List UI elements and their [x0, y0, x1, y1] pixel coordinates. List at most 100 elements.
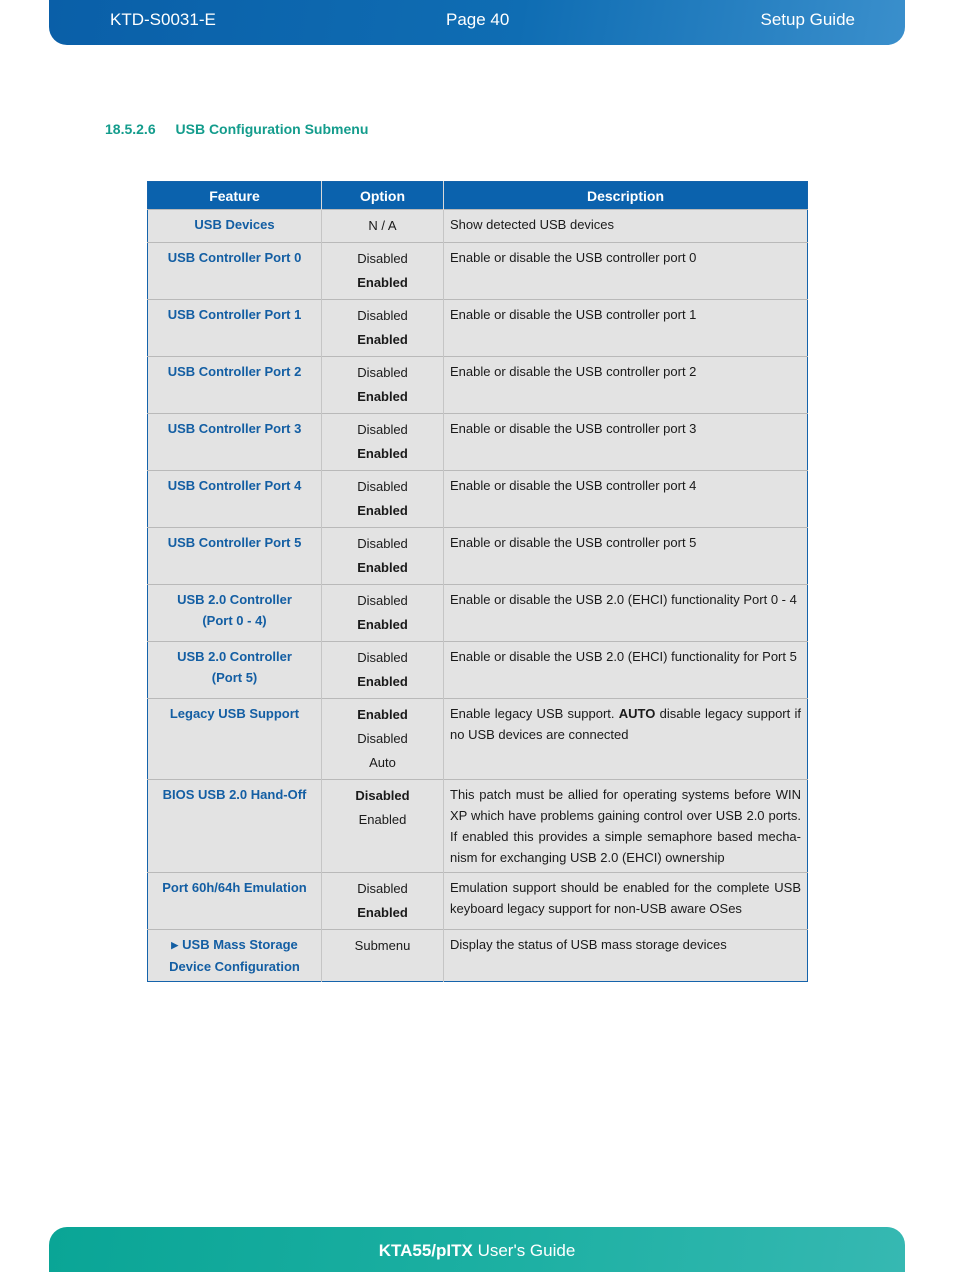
option-cell: Disabled Enabled — [321, 527, 444, 585]
option-value: Disabled — [357, 731, 408, 746]
table-row: USB Controller Port 4 Disabled Enabled Enab… — [147, 470, 808, 528]
column-header-description: Description — [443, 181, 808, 210]
option-cell: N / A — [321, 209, 444, 243]
option-value-default: Enabled — [357, 275, 408, 290]
option-value-default: Enabled — [357, 674, 408, 689]
page-number: Page 40 — [446, 10, 510, 29]
page-header: KTD-S0031-E Page 40 Setup Guide — [49, 0, 905, 45]
footer-title: User's Guide — [477, 1241, 576, 1260]
option-value: Disabled — [357, 365, 408, 380]
table-body: USB Devices N / A Show detected USB device… — [147, 209, 808, 982]
feature-name-line2: Device Configuration — [169, 959, 300, 974]
option-value: Disabled — [357, 251, 408, 266]
description-text: Enable or disable the USB controller por… — [450, 364, 697, 379]
section-title: USB Configuration Submenu — [175, 121, 369, 137]
feature-cell: USB Controller Port 4 — [147, 470, 322, 528]
feature-name: USB Controller Port 3 — [167, 421, 302, 436]
feature-cell: USB Controller Port 2 — [147, 356, 322, 414]
table-row: USB 2.0 Controller (Port 0 - 4) Disabled En… — [147, 584, 808, 642]
feature-name-line2: (Port 5) — [211, 670, 258, 685]
table-row: USB 2.0 Controller (Port 5) Disabled Enable… — [147, 641, 808, 699]
description-cell: Enable or disable the USB 2.0 (EHCI) fun… — [443, 584, 808, 642]
feature-name: Legacy USB Support — [169, 706, 300, 721]
description-cell: Enable or disable the USB controller por… — [443, 356, 808, 414]
table-row: USB Controller Port 5 Disabled Enabled Enab… — [147, 527, 808, 585]
table-row: ▶ USB Mass Storage Device Configuration Sub… — [147, 929, 808, 982]
option-cell: Disabled Enabled — [321, 584, 444, 642]
column-header-feature: Feature — [147, 181, 322, 210]
column-header-option: Option — [321, 181, 444, 210]
option-value: Disabled — [357, 308, 408, 323]
description-text: Emulation support should be enabled for … — [450, 880, 801, 916]
description-cell: Enable or disable the USB controller por… — [443, 242, 808, 300]
option-value: Disabled — [357, 881, 408, 896]
description-text: Display the status of USB mass storage d… — [450, 937, 727, 952]
description-text: Enable or disable the USB controller por… — [450, 250, 697, 265]
description-text: Enable or disable the USB 2.0 (EHCI) fun… — [450, 592, 797, 607]
description-cell: Enable legacy USB support. AUTO disable … — [443, 698, 808, 780]
table-row: USB Controller Port 1 Disabled Enabled Enab… — [147, 299, 808, 357]
option-cell: Disabled Enabled — [321, 413, 444, 471]
feature-cell: USB Devices — [147, 209, 322, 243]
option-value-default: Enabled — [357, 446, 408, 461]
option-value-default: Enabled — [357, 560, 408, 575]
option-cell: Disabled Enabled — [321, 299, 444, 357]
description-cell: Emulation support should be enabled for … — [443, 872, 808, 930]
option-cell: Disabled Enabled — [321, 242, 444, 300]
table-header-row: Feature Option Description — [147, 181, 808, 210]
option-cell: Enabled Disabled Auto — [321, 698, 444, 780]
description-text: Enable or disable the USB controller por… — [450, 421, 697, 436]
feature-cell: BIOS USB 2.0 Hand-Off — [147, 779, 322, 873]
description-keyword: AUTO — [618, 706, 656, 721]
option-value: Disabled — [357, 479, 408, 494]
section-heading: 18.5.2.6 USB Configuration Submenu — [105, 121, 368, 137]
option-value-default: Enabled — [357, 332, 408, 347]
option-cell: Disabled Enabled — [321, 470, 444, 528]
feature-name: USB Mass Storage — [182, 937, 298, 952]
option-value: Disabled — [357, 536, 408, 551]
page-footer: KTA55/pITX User's Guide — [49, 1227, 905, 1272]
feature-name: Port 60h/64h Emulation — [162, 880, 307, 895]
description-text: Enable or disable the USB 2.0 (EHCI) fun… — [450, 649, 797, 664]
option-value-default: Enabled — [357, 905, 408, 920]
option-value: N / A — [368, 218, 397, 233]
footer-text: KTA55/pITX User's Guide — [49, 1241, 905, 1261]
feature-cell: Legacy USB Support — [147, 698, 322, 780]
description-text: Enable or disable the USB controller por… — [450, 535, 697, 550]
option-value: Disabled — [357, 593, 408, 608]
option-cell: Disabled Enabled — [321, 356, 444, 414]
footer-product: KTA55/pITX — [378, 1241, 473, 1260]
feature-name: USB Devices — [194, 217, 275, 232]
table-row: Port 60h/64h Emulation Disabled Enabled Emu… — [147, 872, 808, 930]
feature-cell: USB Controller Port 5 — [147, 527, 322, 585]
description-cell: Display the status of USB mass storage d… — [443, 929, 808, 982]
description-cell: Enable or disable the USB controller por… — [443, 413, 808, 471]
option-value-default: Disabled — [355, 788, 410, 803]
option-cell: Submenu — [321, 929, 444, 982]
feature-name: BIOS USB 2.0 Hand-Off — [162, 787, 307, 802]
option-value: Disabled — [357, 650, 408, 665]
option-cell: Disabled Enabled — [321, 641, 444, 699]
option-value-default: Enabled — [357, 707, 408, 722]
feature-cell: Port 60h/64h Emulation — [147, 872, 322, 930]
option-cell: Disabled Enabled — [321, 872, 444, 930]
document-id: KTD-S0031-E — [110, 10, 216, 29]
submenu-arrow-icon: ▶ — [171, 940, 179, 950]
table-row: USB Controller Port 2 Disabled Enabled Enab… — [147, 356, 808, 414]
feature-name: USB Controller Port 4 — [167, 478, 302, 493]
feature-name: USB 2.0 Controller — [177, 649, 292, 664]
table-row: Legacy USB Support Enabled Disabled Auto Ena… — [147, 698, 808, 780]
description-cell: Enable or disable the USB controller por… — [443, 527, 808, 585]
option-cell: Disabled Enabled — [321, 779, 444, 873]
description-cell: Enable or disable the USB controller por… — [443, 299, 808, 357]
option-value: Auto — [369, 755, 396, 770]
option-value-default: Enabled — [357, 389, 408, 404]
option-value: Enabled — [358, 812, 407, 827]
description-text: Show detected USB devices — [450, 217, 615, 232]
section-number: 18.5.2.6 — [105, 121, 156, 137]
description-cell: Enable or disable the USB 2.0 (EHCI) fun… — [443, 641, 808, 699]
feature-cell: ▶ USB Mass Storage Device Configuration — [147, 929, 322, 982]
table-row: USB Devices N / A Show detected USB device… — [147, 209, 808, 243]
table-row: BIOS USB 2.0 Hand-Off Disabled Enabled This… — [147, 779, 808, 873]
description-cell: Show detected USB devices — [443, 209, 808, 243]
